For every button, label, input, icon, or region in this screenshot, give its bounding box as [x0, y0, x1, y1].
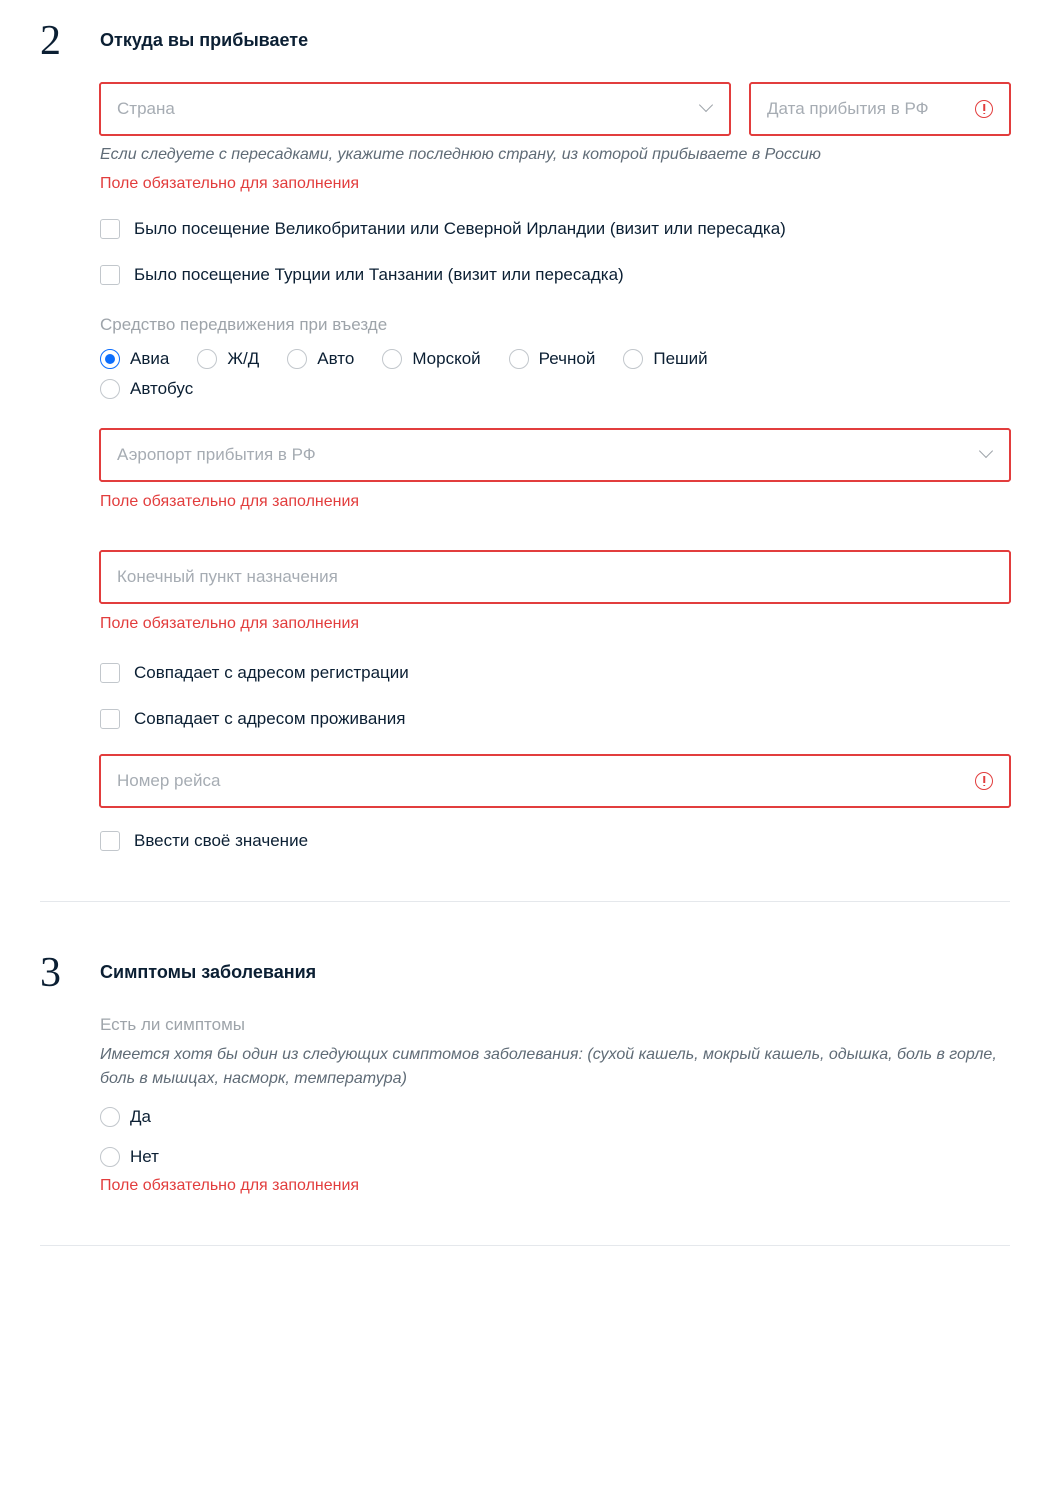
airport-select[interactable]: Аэропорт прибытия в РФ: [100, 429, 1010, 481]
transit-hint: Если следуете с пересадками, укажите пос…: [100, 143, 1010, 167]
radio-label-auto: Авто: [317, 349, 354, 369]
radio-label-avia: Авиа: [130, 349, 169, 369]
radio-item-no[interactable]: Нет: [100, 1147, 1010, 1167]
arrival-date-input[interactable]: Дата прибытия в РФ: [750, 83, 1010, 135]
flight-input[interactable]: Номер рейса: [100, 755, 1010, 807]
section-symptoms: 3 Симптомы заболевания Есть ли симптомы …: [40, 952, 1010, 1246]
destination-placeholder: Конечный пункт назначения: [117, 567, 993, 587]
checkbox-custom-value[interactable]: [100, 831, 120, 851]
radio-item-bus[interactable]: Автобус: [100, 379, 1010, 399]
section-2-body: Откуда вы прибываете Страна Дата прибыти…: [100, 20, 1010, 851]
radio-label-river: Речной: [539, 349, 596, 369]
chevron-down-icon: [699, 102, 713, 116]
radio-item-river[interactable]: Речной: [509, 349, 596, 369]
country-select[interactable]: Страна: [100, 83, 730, 135]
radio-item-yes[interactable]: Да: [100, 1107, 1010, 1127]
label-same-live: Совпадает с адресом проживания: [134, 709, 405, 729]
arrival-date-placeholder: Дата прибытия в РФ: [767, 99, 975, 119]
checkbox-same-reg[interactable]: [100, 663, 120, 683]
airport-error: Поле обязательно для заполнения: [100, 493, 1010, 511]
destination-input[interactable]: Конечный пункт назначения: [100, 551, 1010, 603]
radio-label-no: Нет: [130, 1147, 159, 1167]
symptoms-hint: Имеется хотя бы один из следующих симпто…: [100, 1043, 1010, 1091]
symptoms-error: Поле обязательно для заполнения: [100, 1177, 1010, 1195]
radio-rail[interactable]: [197, 349, 217, 369]
label-visited-turkey: Было посещение Турции или Танзании (визи…: [134, 265, 624, 285]
radio-yes[interactable]: [100, 1107, 120, 1127]
radio-no[interactable]: [100, 1147, 120, 1167]
radio-item-rail[interactable]: Ж/Д: [197, 349, 259, 369]
symptoms-radio-group: Да Нет: [100, 1107, 1010, 1167]
radio-foot[interactable]: [623, 349, 643, 369]
checkbox-visited-turkey[interactable]: [100, 265, 120, 285]
radio-item-sea[interactable]: Морской: [382, 349, 480, 369]
section-3-title: Симптомы заболевания: [100, 952, 1010, 983]
label-custom-value: Ввести своё значение: [134, 831, 308, 851]
radio-auto[interactable]: [287, 349, 307, 369]
radio-avia[interactable]: [100, 349, 120, 369]
radio-label-foot: Пеший: [653, 349, 707, 369]
radio-item-auto[interactable]: Авто: [287, 349, 354, 369]
label-same-reg: Совпадает с адресом регистрации: [134, 663, 409, 683]
radio-label-yes: Да: [130, 1107, 151, 1127]
radio-label-sea: Морской: [412, 349, 480, 369]
transport-radio-group: Авиа Ж/Д Авто Морской Речной Пеший: [100, 349, 1010, 399]
section-3-body: Симптомы заболевания Есть ли симптомы Им…: [100, 952, 1010, 1195]
flight-placeholder: Номер рейса: [117, 771, 975, 791]
radio-sea[interactable]: [382, 349, 402, 369]
country-placeholder: Страна: [117, 99, 699, 119]
step-number-2: 2: [40, 20, 70, 851]
chevron-down-icon: [979, 448, 993, 462]
country-error: Поле обязательно для заполнения: [100, 175, 1010, 193]
section-2-title: Откуда вы прибываете: [100, 20, 1010, 51]
radio-label-rail: Ж/Д: [227, 349, 259, 369]
checkbox-same-live[interactable]: [100, 709, 120, 729]
radio-label-bus: Автобус: [130, 379, 193, 399]
symptoms-label: Есть ли симптомы: [100, 1015, 1010, 1035]
alert-icon: [975, 772, 993, 790]
radio-item-foot[interactable]: Пеший: [623, 349, 707, 369]
label-visited-uk: Было посещение Великобритании или Северн…: [134, 219, 786, 239]
section-origin: 2 Откуда вы прибываете Страна Дата прибы…: [40, 20, 1010, 902]
step-number-3: 3: [40, 952, 70, 1195]
radio-bus[interactable]: [100, 379, 120, 399]
destination-error: Поле обязательно для заполнения: [100, 615, 1010, 633]
alert-icon: [975, 100, 993, 118]
transport-group-label: Средство передвижения при въезде: [100, 315, 1010, 335]
radio-river[interactable]: [509, 349, 529, 369]
checkbox-visited-uk[interactable]: [100, 219, 120, 239]
airport-placeholder: Аэропорт прибытия в РФ: [117, 445, 979, 465]
radio-item-avia[interactable]: Авиа: [100, 349, 169, 369]
